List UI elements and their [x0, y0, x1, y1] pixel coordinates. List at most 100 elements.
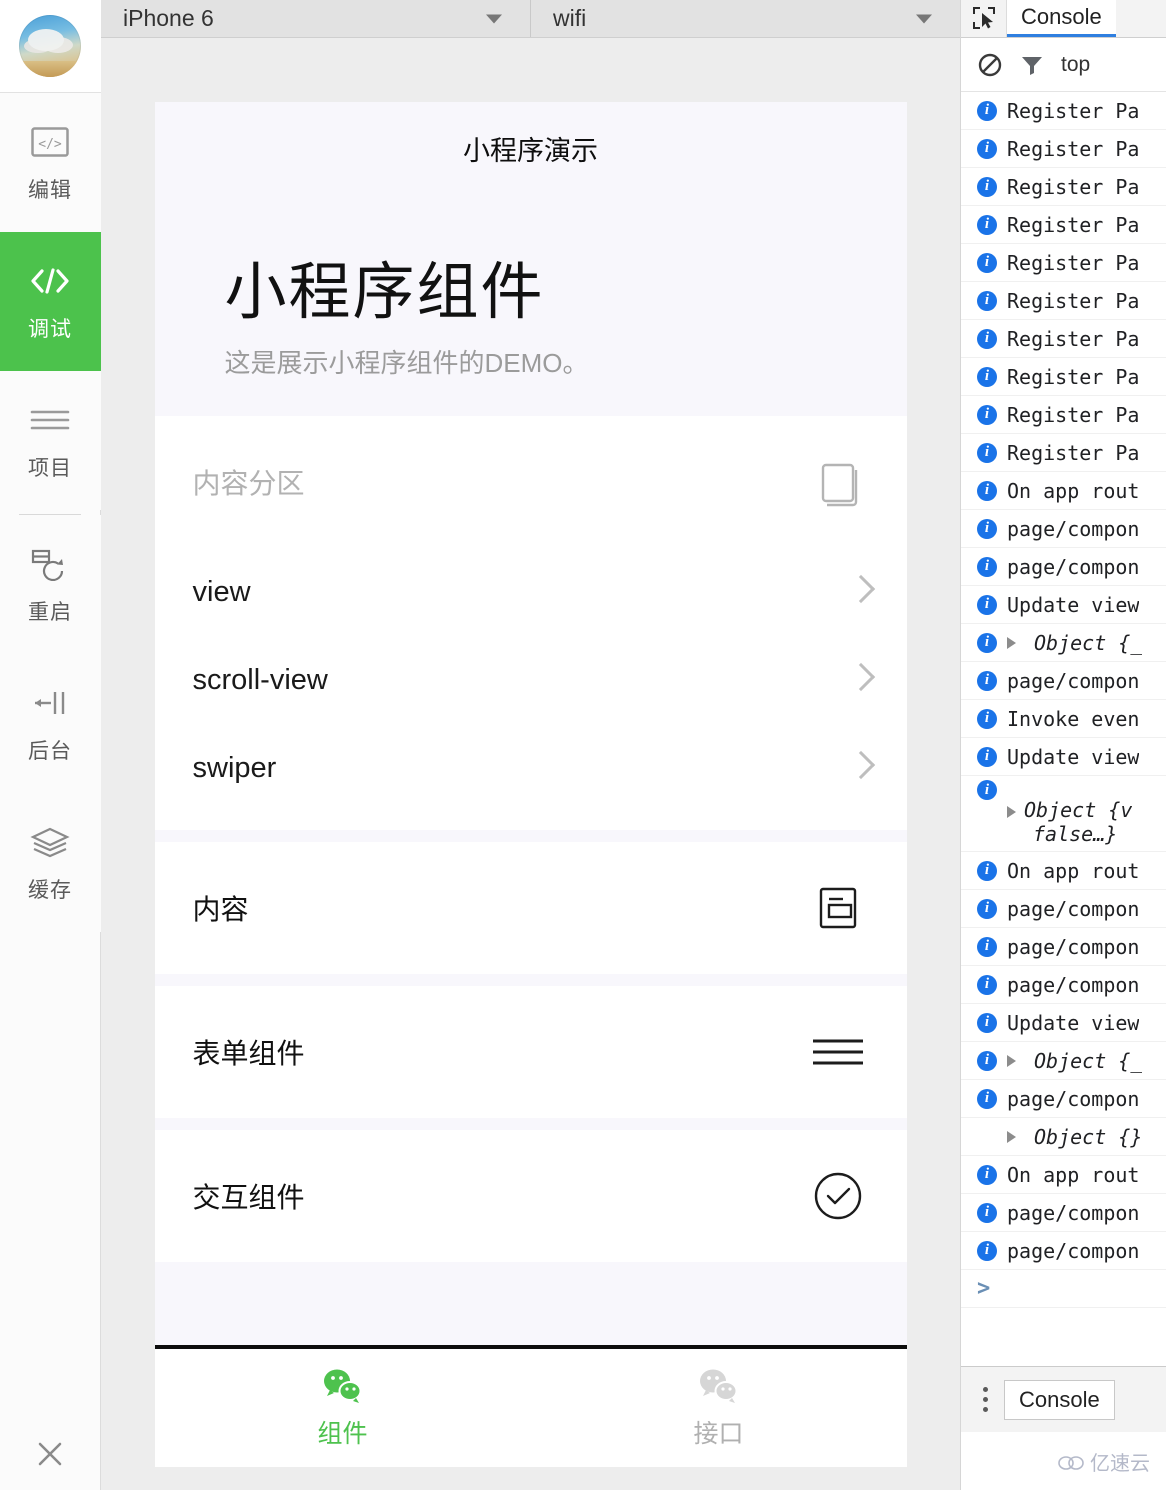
tab-components[interactable]: 组件 [155, 1349, 531, 1467]
section-title: 表单组件 [193, 1032, 305, 1072]
tab-api[interactable]: 接口 [531, 1349, 907, 1467]
log-entry[interactable]: i page/compon [961, 662, 1166, 700]
phone-navbar: 小程序演示 [155, 102, 907, 194]
info-icon: i [977, 899, 997, 919]
log-entry[interactable]: i page/compon [961, 510, 1166, 548]
section-header[interactable]: 内容 [193, 842, 869, 974]
log-entry[interactable]: i Register Pa [961, 358, 1166, 396]
log-text: page/compon [1007, 517, 1139, 541]
log-entry[interactable]: i Register Pa [961, 130, 1166, 168]
tab-console[interactable]: Console [1007, 0, 1116, 37]
info-icon: i [977, 443, 997, 463]
log-text: Register Pa [1007, 403, 1139, 427]
sidebar-item-project[interactable]: 项目 [0, 371, 101, 510]
log-entry-object[interactable]: Object {} [961, 1118, 1166, 1156]
log-text: Register Pa [1007, 175, 1139, 199]
log-entry[interactable]: i Register Pa [961, 282, 1166, 320]
expand-triangle-icon[interactable] [1007, 1055, 1016, 1067]
log-entry[interactable]: i Register Pa [961, 434, 1166, 472]
log-text: On app rout [1007, 859, 1139, 883]
info-icon: i [977, 595, 997, 615]
sidebar-item-debug[interactable]: 调试 [0, 232, 101, 371]
kebab-menu-icon[interactable] [979, 1383, 992, 1416]
info-icon: i [977, 1051, 997, 1071]
info-icon: i [977, 253, 997, 273]
sidebar-item-label: 重启 [28, 596, 72, 626]
section-title: 内容分区 [193, 462, 305, 502]
sidebar-item-restart[interactable]: 重启 [0, 515, 101, 654]
log-entry[interactable]: i Invoke even [961, 700, 1166, 738]
sidebar-item-label: 缓存 [28, 874, 72, 904]
log-entry[interactable]: i page/compon [961, 928, 1166, 966]
log-entry-object[interactable]: i Object {v false…} [961, 776, 1166, 852]
check-circle-icon [807, 1165, 869, 1227]
info-icon: i [977, 291, 997, 311]
log-entry[interactable]: i page/compon [961, 548, 1166, 586]
device-select-value: iPhone 6 [123, 5, 214, 32]
expand-triangle-icon[interactable] [1007, 637, 1016, 649]
device-select[interactable]: iPhone 6 [101, 0, 531, 37]
log-entry[interactable]: i page/compon [961, 1194, 1166, 1232]
info-icon: i [977, 1013, 997, 1033]
log-entry[interactable]: i Register Pa [961, 396, 1166, 434]
log-text: Object {} [1034, 1125, 1142, 1149]
log-entry[interactable]: i Update view [961, 1004, 1166, 1042]
sidebar-item-cache[interactable]: 缓存 [0, 793, 101, 932]
sidebar-item-label: 项目 [28, 452, 72, 482]
console-prompt[interactable]: > [961, 1270, 1166, 1308]
log-entry[interactable]: i Register Pa [961, 320, 1166, 358]
log-entry[interactable]: i page/compon [961, 966, 1166, 1004]
devtools-pane: Console top i Register Pa [961, 0, 1166, 1490]
log-entry[interactable]: i On app rout [961, 472, 1166, 510]
log-entry[interactable]: i Register Pa [961, 244, 1166, 282]
log-entry[interactable]: i Update view [961, 738, 1166, 776]
log-entry[interactable]: i Update view [961, 586, 1166, 624]
chevron-right-icon [851, 576, 869, 608]
section-header[interactable]: 交互组件 [193, 1130, 869, 1262]
log-entry[interactable]: i page/compon [961, 1080, 1166, 1118]
avatar[interactable] [19, 15, 81, 77]
sidebar-item-label: 编辑 [28, 174, 72, 204]
close-icon[interactable] [0, 1408, 101, 1490]
console-log-list[interactable]: i Register Pa i Register Pa i Register P… [961, 92, 1166, 1366]
info-icon: i [977, 780, 997, 800]
log-entry[interactable]: i Register Pa [961, 206, 1166, 244]
funnel-filter-icon[interactable] [1019, 52, 1045, 78]
log-text: Register Pa [1007, 213, 1139, 237]
log-text: page/compon [1007, 897, 1139, 921]
tab-label: 接口 [693, 1414, 743, 1450]
expand-triangle-icon[interactable] [1007, 806, 1016, 818]
log-text: page/compon [1007, 1087, 1139, 1111]
avatar-container[interactable] [0, 0, 101, 93]
log-entry[interactable]: i On app rout [961, 852, 1166, 890]
log-entry[interactable]: i page/compon [961, 1232, 1166, 1270]
network-select[interactable]: wifi [531, 0, 960, 37]
sidebar-item-background[interactable]: 后台 [0, 654, 101, 793]
list-item[interactable]: swiper [193, 724, 869, 812]
expand-triangle-icon[interactable] [1007, 1131, 1016, 1143]
section-header[interactable]: 内容分区 [193, 416, 869, 548]
log-text: Register Pa [1007, 289, 1139, 313]
info-icon: i [977, 1203, 997, 1223]
log-entry-object[interactable]: i Object {_ [961, 1042, 1166, 1080]
info-icon: i [977, 937, 997, 957]
no-entry-clear-icon[interactable] [977, 52, 1003, 78]
log-entry[interactable]: i Register Pa [961, 92, 1166, 130]
log-entry[interactable]: i Register Pa [961, 168, 1166, 206]
sidebar-item-edit[interactable]: </> 编辑 [0, 93, 101, 232]
section-title: 交互组件 [193, 1176, 305, 1216]
list-item[interactable]: scroll-view [193, 636, 869, 724]
drawer-tab-console[interactable]: Console [1004, 1380, 1115, 1420]
tab-console-label: Console [1021, 4, 1102, 30]
list-item[interactable]: view [193, 548, 869, 636]
section-header[interactable]: 表单组件 [193, 986, 869, 1118]
list-item-label: swiper [193, 752, 277, 785]
log-entry-object[interactable]: i Object {_ [961, 624, 1166, 662]
info-icon: i [977, 519, 997, 539]
info-icon: i [977, 861, 997, 881]
cursor-select-icon[interactable] [961, 0, 1007, 37]
console-context-select[interactable]: top [1061, 53, 1090, 77]
log-entry[interactable]: i On app rout [961, 1156, 1166, 1194]
log-entry[interactable]: i page/compon [961, 890, 1166, 928]
console-filterbar: top [961, 38, 1166, 92]
